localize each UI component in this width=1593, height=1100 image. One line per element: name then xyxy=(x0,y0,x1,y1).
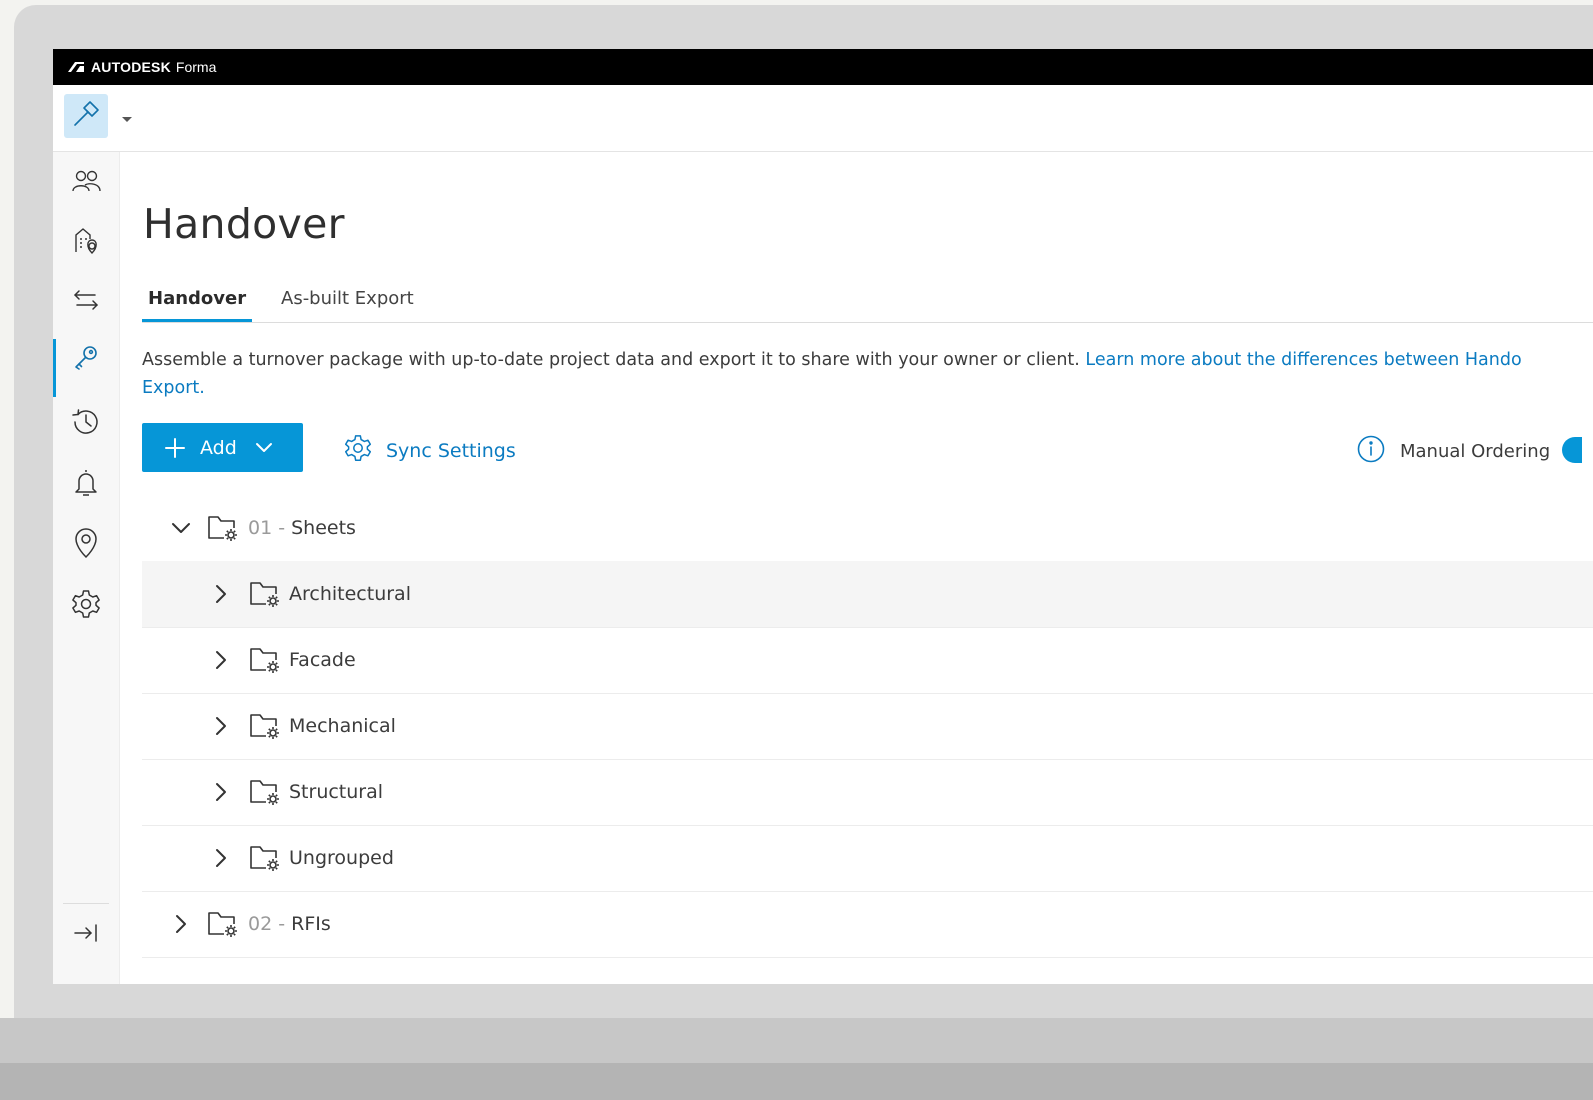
chevron-right-icon[interactable] xyxy=(214,716,228,736)
folder-settings-icon xyxy=(249,646,281,674)
folder-name: Structural xyxy=(289,781,384,803)
sync-gear-icon xyxy=(343,433,373,468)
folder-number-separator: - xyxy=(272,913,292,935)
tab-bar: Handover As-built Export xyxy=(142,280,1593,323)
nav-item-notifications[interactable] xyxy=(53,459,119,511)
tree-row-sheets[interactable]: 01 - Sheets xyxy=(142,495,1593,562)
info-icon[interactable] xyxy=(1356,434,1386,469)
tree-row-structural[interactable]: Structural xyxy=(142,759,1593,826)
nav-item-transfer[interactable] xyxy=(53,276,119,328)
folder-settings-icon xyxy=(207,514,239,542)
transfer-arrows-icon xyxy=(71,287,101,318)
collapse-sidebar-icon xyxy=(72,922,100,949)
side-navigation xyxy=(53,152,120,984)
tree-row-label: 01 - Sheets xyxy=(248,517,356,539)
manual-ordering-label: Manual Ordering xyxy=(1400,441,1551,462)
add-button-label: Add xyxy=(200,436,237,459)
plus-icon xyxy=(164,437,186,459)
chevron-down-icon[interactable] xyxy=(171,521,191,535)
folder-name: RFIs xyxy=(291,913,331,935)
learn-more-link[interactable]: Learn more about the differences between… xyxy=(1085,350,1521,370)
manual-ordering-toggle[interactable] xyxy=(1562,437,1582,463)
settings-gear-icon xyxy=(70,588,102,625)
app-switcher-bar xyxy=(53,85,1593,152)
autodesk-header: AUTODESK Forma xyxy=(53,49,1593,85)
folder-number: 02 xyxy=(248,913,273,935)
add-button[interactable]: Add xyxy=(142,423,303,472)
nav-item-members[interactable] xyxy=(53,157,119,209)
autodesk-logo-icon xyxy=(67,61,85,73)
folder-number-separator: - xyxy=(272,517,292,539)
folder-name: Facade xyxy=(289,649,356,671)
nav-item-project-location[interactable] xyxy=(53,216,119,268)
tree-row-architectural[interactable]: Architectural xyxy=(142,561,1593,628)
folder-settings-icon xyxy=(249,778,281,806)
chevron-right-icon[interactable] xyxy=(214,848,228,868)
chevron-right-icon[interactable] xyxy=(214,782,228,802)
folder-number: 01 xyxy=(248,517,273,539)
nav-divider xyxy=(63,903,109,904)
tree-row-rfis[interactable]: 02 - RFIs xyxy=(142,891,1593,958)
tab-handover[interactable]: Handover xyxy=(142,288,253,322)
page-title: Handover xyxy=(143,200,345,248)
caret-down-icon[interactable] xyxy=(121,111,133,129)
nav-item-history[interactable] xyxy=(53,398,119,450)
laptop-base-edge xyxy=(0,1063,1593,1100)
laptop-base xyxy=(0,1018,1593,1063)
tree-row-ungrouped[interactable]: Ungrouped xyxy=(142,825,1593,892)
nav-item-locations[interactable] xyxy=(53,519,119,571)
members-icon xyxy=(71,168,101,199)
folder-settings-icon xyxy=(207,910,239,938)
folder-name: Mechanical xyxy=(289,715,396,737)
learn-more-link-continued[interactable]: Export. xyxy=(142,378,205,398)
nav-item-settings[interactable] xyxy=(53,580,119,632)
app-screen: AUTODESK Forma Handover Handover As-buil… xyxy=(53,49,1593,984)
tab-as-built-export[interactable]: As-built Export xyxy=(275,288,420,319)
folder-settings-icon xyxy=(249,712,281,740)
sync-settings-button[interactable]: Sync Settings xyxy=(343,433,516,468)
tree-row-mechanical[interactable]: Mechanical xyxy=(142,693,1593,760)
app-switcher-button[interactable] xyxy=(64,94,108,138)
folder-name: Sheets xyxy=(291,517,356,539)
product-name: Forma xyxy=(175,59,217,75)
chevron-right-icon[interactable] xyxy=(214,650,228,670)
tree-row-facade[interactable]: Facade xyxy=(142,627,1593,694)
chevron-right-icon[interactable] xyxy=(174,914,188,934)
folder-settings-icon xyxy=(249,580,281,608)
key-icon xyxy=(71,342,101,377)
page-description: Assemble a turnover package with up-to-d… xyxy=(142,346,1593,402)
manual-ordering-control: Manual Ordering xyxy=(1356,434,1550,469)
main-content: Handover Handover As-built Export Assemb… xyxy=(142,152,1593,984)
chevron-down-icon xyxy=(255,442,273,454)
folder-name: Architectural xyxy=(289,583,411,605)
folder-settings-icon xyxy=(249,844,281,872)
bell-icon xyxy=(72,467,100,504)
nav-item-handover[interactable] xyxy=(53,333,119,397)
hammer-icon xyxy=(71,99,101,134)
description-text: Assemble a turnover package with up-to-d… xyxy=(142,350,1080,370)
building-location-icon xyxy=(71,225,101,260)
folder-name: Ungrouped xyxy=(289,847,394,869)
chevron-right-icon[interactable] xyxy=(214,584,228,604)
sync-settings-label: Sync Settings xyxy=(386,439,516,462)
collapse-sidebar-button[interactable] xyxy=(53,909,119,961)
brand-name: AUTODESK xyxy=(91,59,171,75)
location-pin-icon xyxy=(72,527,100,564)
history-clock-icon xyxy=(70,406,102,443)
tree-row-label: 02 - RFIs xyxy=(248,913,331,935)
